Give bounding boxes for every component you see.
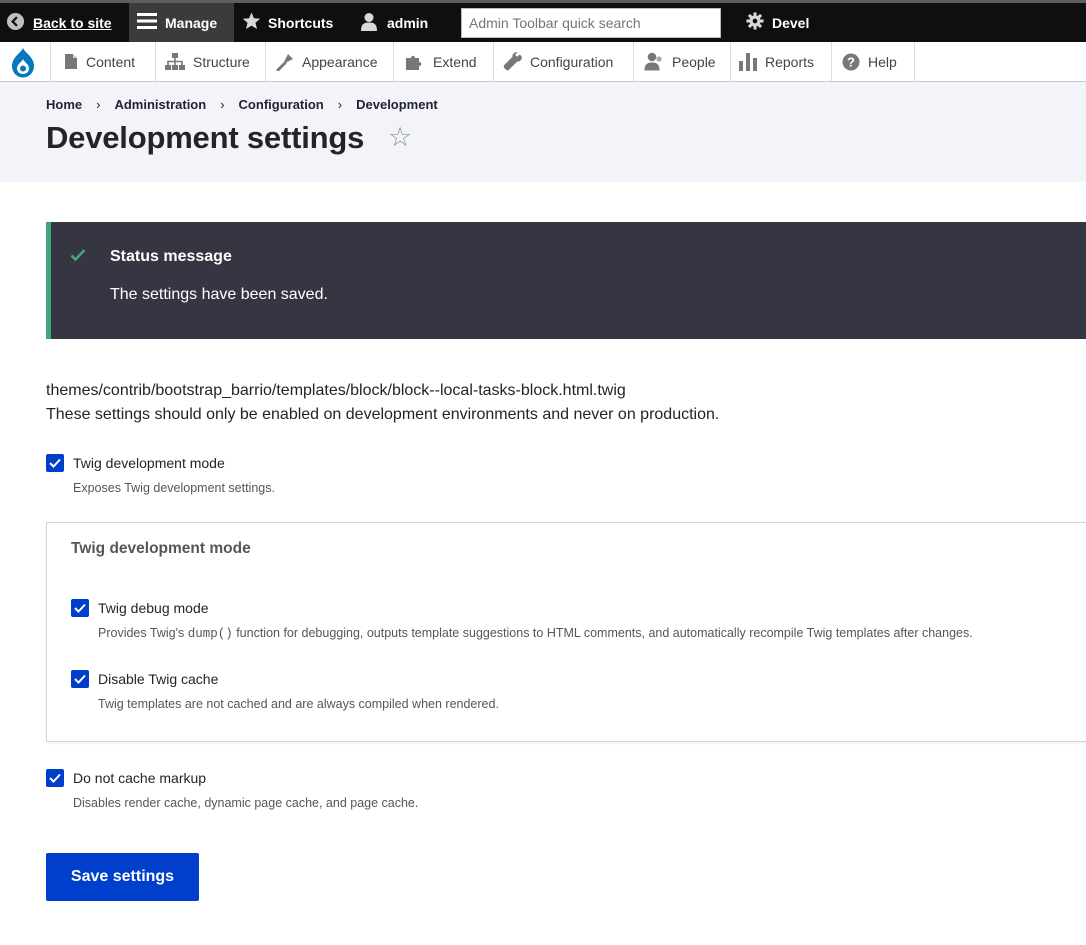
help-icon: ? xyxy=(842,53,860,71)
warning-text: These settings should only be enabled on… xyxy=(46,406,720,423)
dump-code: dump() xyxy=(187,627,233,641)
breadcrumb: Home › Administration › Configuration › … xyxy=(46,97,438,112)
svg-text:?: ? xyxy=(847,54,855,69)
menu-item-extend[interactable]: Extend xyxy=(394,42,494,81)
breadcrumb-development[interactable]: Development xyxy=(356,97,438,112)
hamburger-icon xyxy=(137,12,157,33)
menu-item-help[interactable]: ? Help xyxy=(832,42,915,81)
checkmark-icon xyxy=(74,674,86,684)
manage-tab[interactable]: Manage xyxy=(129,3,234,42)
back-to-site-link[interactable]: Back to site xyxy=(6,3,112,42)
breadcrumb-separator: › xyxy=(220,97,225,112)
user-label: admin xyxy=(387,14,429,31)
devel-label: Devel xyxy=(772,14,810,31)
twig-dev-mode-checkbox[interactable] xyxy=(46,454,64,472)
breadcrumb-home[interactable]: Home xyxy=(46,97,82,112)
template-path-text: themes/contrib/bootstrap_barrio/template… xyxy=(46,382,626,399)
checkmark-icon xyxy=(70,248,86,267)
breadcrumb-separator: › xyxy=(337,97,343,112)
menu-item-label: Content xyxy=(86,53,136,70)
shortcuts-label: Shortcuts xyxy=(268,14,334,31)
status-text: The settings have been saved. xyxy=(110,286,328,303)
manage-label: Manage xyxy=(165,14,218,31)
people-icon xyxy=(644,52,664,71)
wrench-icon xyxy=(503,52,522,71)
user-icon xyxy=(360,12,378,34)
page-header: Home › Administration › Configuration › … xyxy=(0,82,1086,182)
status-message: Status message The settings have been sa… xyxy=(46,222,1086,339)
twig-dev-fieldset: Twig development mode Twig debug mode Pr… xyxy=(46,522,1086,742)
structure-icon xyxy=(165,53,185,70)
save-settings-button[interactable]: Save settings xyxy=(46,853,199,901)
disable-twig-cache-description: Twig templates are not cached and are al… xyxy=(98,697,499,711)
no-cache-markup-label[interactable]: Do not cache markup xyxy=(73,770,206,786)
menu-item-label: Extend xyxy=(433,53,477,70)
menu-item-label: Configuration xyxy=(530,53,614,70)
fieldset-legend: Twig development mode xyxy=(71,540,251,557)
extend-icon xyxy=(405,53,425,70)
no-cache-markup-description: Disables render cache, dynamic page cach… xyxy=(73,796,419,810)
twig-debug-checkbox[interactable] xyxy=(71,599,89,617)
user-tab[interactable]: admin xyxy=(360,3,428,42)
twig-dev-mode-description: Exposes Twig development settings. xyxy=(73,481,275,495)
menu-item-label: Reports xyxy=(765,53,815,70)
twig-debug-description: Provides Twig's dump() function for debu… xyxy=(98,626,973,641)
star-icon xyxy=(242,12,261,33)
description-text: function for debugging, outputs template… xyxy=(232,626,973,640)
menu-item-label: People xyxy=(672,53,716,70)
twig-dev-mode-label[interactable]: Twig development mode xyxy=(73,455,225,471)
content-icon xyxy=(64,53,78,70)
devel-tab[interactable]: Devel xyxy=(746,3,809,42)
menu-item-configuration[interactable]: Configuration xyxy=(494,42,634,81)
back-to-site-label: Back to site xyxy=(33,14,112,31)
gear-icon xyxy=(746,12,764,33)
breadcrumb-separator: › xyxy=(96,97,101,112)
breadcrumb-configuration[interactable]: Configuration xyxy=(239,97,324,112)
back-arrow-icon xyxy=(6,12,25,34)
page-title: Development settings xyxy=(46,120,365,155)
checkmark-icon xyxy=(74,603,86,613)
reports-icon xyxy=(739,52,757,71)
checkmark-icon xyxy=(49,773,61,783)
menu-item-label: Structure xyxy=(193,53,250,70)
menu-item-label: Help xyxy=(868,53,897,70)
shortcuts-tab[interactable]: Shortcuts xyxy=(242,3,333,42)
menu-item-appearance[interactable]: Appearance xyxy=(266,42,394,81)
menu-item-label: Appearance xyxy=(302,53,378,70)
menu-item-reports[interactable]: Reports xyxy=(731,42,832,81)
description-text: Provides Twig's xyxy=(98,626,188,640)
disable-twig-cache-checkbox[interactable] xyxy=(71,670,89,688)
menu-item-people[interactable]: People xyxy=(634,42,731,81)
no-cache-markup-checkbox[interactable] xyxy=(46,769,64,787)
status-title: Status message xyxy=(110,248,232,265)
admin-menu-tray: Content Structure Appearance Extend Conf… xyxy=(0,42,1086,82)
disable-twig-cache-label[interactable]: Disable Twig cache xyxy=(98,671,218,687)
appearance-icon xyxy=(276,53,294,71)
drupal-logo-icon[interactable] xyxy=(8,47,38,78)
menu-item-content[interactable]: Content xyxy=(50,42,156,81)
menu-item-structure[interactable]: Structure xyxy=(156,42,266,81)
shortcut-star-icon[interactable]: ☆ xyxy=(388,122,412,153)
twig-debug-label[interactable]: Twig debug mode xyxy=(98,600,209,616)
checkmark-icon xyxy=(49,458,61,468)
toolbar-search-input[interactable] xyxy=(461,8,721,38)
breadcrumb-administration[interactable]: Administration xyxy=(114,97,206,112)
admin-toolbar: Back to site Manage Shortcuts admin Deve… xyxy=(0,0,1086,42)
